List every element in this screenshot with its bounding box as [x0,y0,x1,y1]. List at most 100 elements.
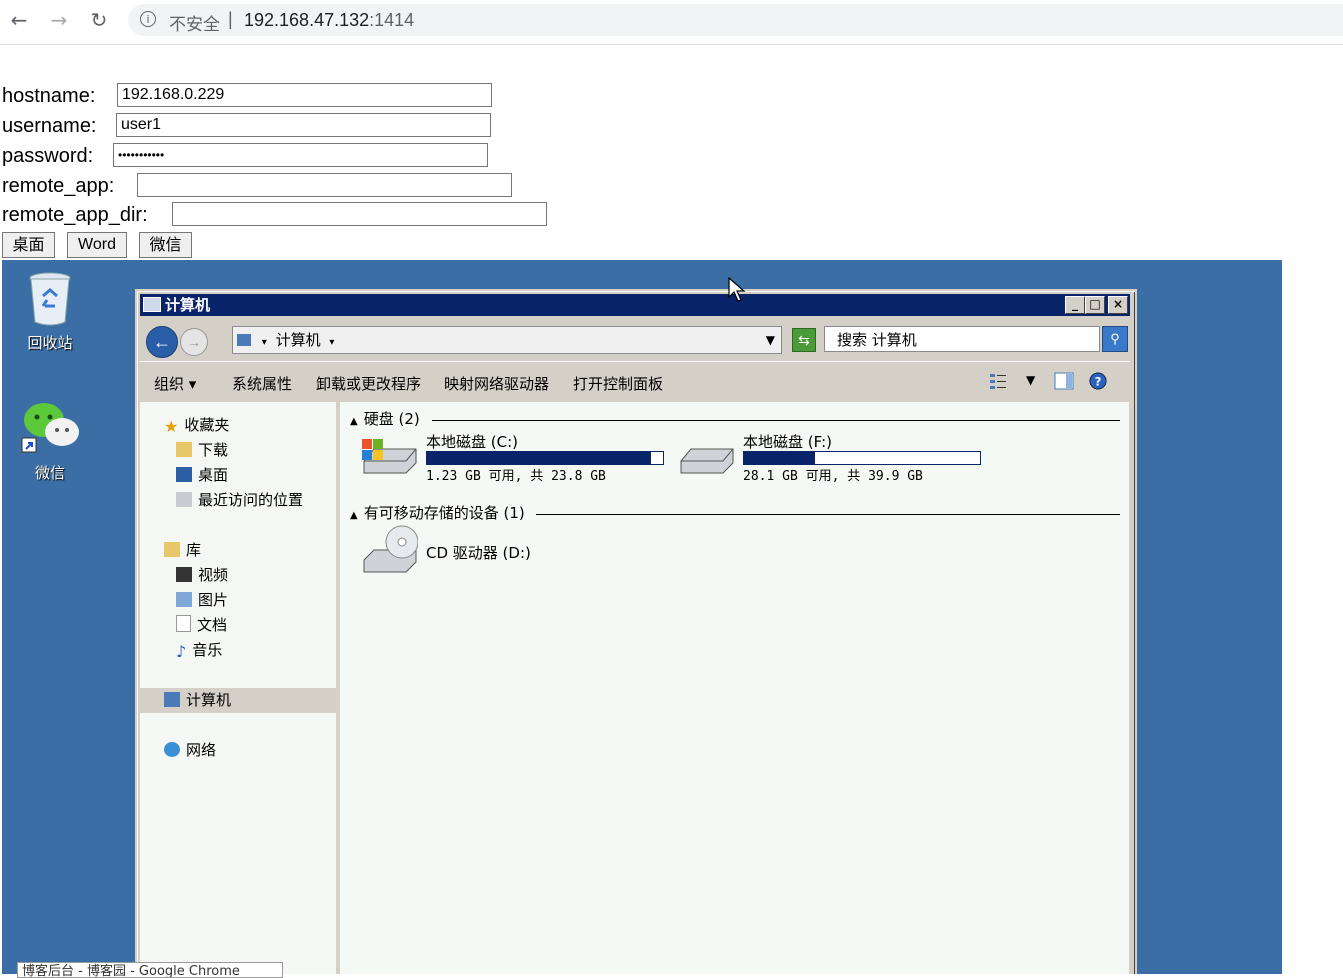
username-input[interactable] [116,113,491,137]
nav-network[interactable]: 网络 [164,739,216,761]
address-bar[interactable]: i 不安全 | 192.168.47.132:1414 [128,4,1343,36]
remote-app-label: remote_app: [2,175,115,197]
drive-f-usage-bar [743,451,981,465]
music-note-icon: ♪ [176,642,187,661]
refresh-button[interactable]: ⇆ [792,328,816,352]
nav-downloads[interactable]: 下载 [176,439,228,461]
username-label: username: [2,115,97,137]
explorer-window[interactable]: 计算机 _ □ × ← → ▾ 计算机 ▾ ▼ ⇆ 搜索 计算机 ⚲ 组织 ▾ … [135,289,1137,974]
group-divider [536,514,1120,515]
drive-c-name: 本地磁盘 (C:) [426,433,518,451]
breadcrumb-arrow-icon[interactable]: ▾ [262,337,267,348]
drive-c-usage-bar [426,451,664,465]
collapse-arrow-icon: ▲ [350,416,358,427]
nav-libraries[interactable]: 库 [164,539,201,561]
cd-drive-icon [363,525,418,573]
maximize-button[interactable]: □ [1085,296,1105,314]
remote-app-dir-input[interactable] [172,202,547,226]
address-toolbar: ← → ▾ 计算机 ▾ ▼ ⇆ 搜索 计算机 ⚲ [140,320,1130,358]
window-titlebar[interactable]: 计算机 _ □ × [140,294,1130,316]
collapse-arrow-icon: ▲ [350,510,358,521]
content-pane: ▲硬盘 (2) 本地磁盘 (C:) 1.23 GB 可用, 共 23.8 GB [340,402,1129,974]
nav-videos[interactable]: 视频 [176,564,228,586]
organize-menu[interactable]: 组织 ▾ [154,373,196,394]
view-dropdown-icon[interactable]: ▼ [1026,373,1035,387]
view-options-icon[interactable] [988,372,1008,390]
window-title: 计算机 [165,296,211,314]
computer-nav-icon [164,692,180,707]
remote-desktop[interactable]: 回收站 微信 计算机 _ □ × ← → ▾ 计算机 ▾ ▼ ⇆ 搜索 计算机 … [2,260,1282,974]
password-row: password: [2,143,488,169]
taskbar-tooltip: 博客后台 - 博客园 - Google Chrome [17,962,283,978]
desktop-button[interactable]: 桌面 [2,232,55,258]
uninstall-button[interactable]: 卸载或更改程序 [316,373,421,394]
star-icon: ★ [164,417,179,436]
hostname-label: hostname: [2,85,96,107]
drive-f-info: 28.1 GB 可用, 共 39.9 GB [743,469,923,484]
hostname-input[interactable] [117,83,492,107]
pictures-icon [176,592,192,607]
nav-documents[interactable]: 文档 [176,614,227,636]
wechat-button[interactable]: 微信 [139,232,192,258]
search-icon[interactable]: ⚲ [1102,326,1128,352]
downloads-folder-icon [176,442,192,457]
desktop-icon-wechat[interactable]: 微信 [10,400,90,483]
explorer-address-box[interactable]: ▾ 计算机 ▾ ▼ [232,326,782,354]
address-text: 计算机 [275,331,321,349]
cd-drive-name: CD 驱动器 (D:) [426,544,531,562]
remote-app-input[interactable] [137,173,512,197]
url-text: 192.168.47.132:1414 [244,10,415,30]
breadcrumb-chevron-icon[interactable]: ▾ [329,337,334,348]
back-arrow-icon[interactable]: ← [7,8,31,32]
nav-favorites[interactable]: ★ 收藏夹 [164,414,229,436]
desktop-icon-recycle-bin[interactable]: 回收站 [10,270,90,353]
remote-app-dir-row: remote_app_dir: [2,202,547,228]
forward-arrow-icon[interactable]: → [47,8,71,32]
wechat-desktop-label: 微信 [34,464,65,482]
computer-small-icon [237,334,251,346]
drive-f[interactable]: 本地磁盘 (F:) 28.1 GB 可用, 共 39.9 GB [677,431,987,487]
address-dropdown-icon[interactable]: ▼ [766,327,775,353]
desktop-folder-icon [176,467,192,482]
drive-d-cd[interactable]: CD 驱动器 (D:) [360,524,560,584]
library-folder-icon [164,542,180,557]
mouse-cursor-icon [728,277,746,302]
drive-c-info: 1.23 GB 可用, 共 23.8 GB [426,469,606,484]
recycle-bin-label: 回收站 [27,334,73,352]
document-icon [176,615,191,632]
minimize-button[interactable]: _ [1065,296,1085,314]
windows-drive-icon [362,439,417,474]
preview-pane-icon[interactable] [1054,372,1074,390]
word-button[interactable]: Word [67,232,127,258]
nav-music[interactable]: ♪ 音乐 [176,639,222,661]
nav-computer[interactable]: 计算机 [164,689,231,711]
control-panel-button[interactable]: 打开控制面板 [573,373,663,394]
hostname-row: hostname: [2,83,492,109]
nav-recent[interactable]: 最近访问的位置 [176,489,303,511]
nav-desktop[interactable]: 桌面 [176,464,228,486]
explorer-search-input[interactable]: 搜索 计算机 [824,326,1100,352]
help-icon[interactable]: ? [1088,372,1108,390]
nav-pictures[interactable]: 图片 [176,589,228,611]
svg-text:?: ? [1095,375,1102,389]
info-icon[interactable]: i [140,11,156,27]
security-label: 不安全 [169,15,220,35]
reload-icon[interactable]: ↻ [87,8,111,32]
password-input[interactable] [113,143,488,167]
system-properties-button[interactable]: 系统属性 [232,373,292,394]
back-button[interactable]: ← [146,326,178,358]
close-button[interactable]: × [1108,296,1128,314]
forward-button[interactable]: → [180,328,208,356]
drive-c[interactable]: 本地磁盘 (C:) 1.23 GB 可用, 共 23.8 GB [360,431,670,487]
browser-toolbar: ← → ↻ i 不安全 | 192.168.47.132:1414 [0,0,1343,45]
username-row: username: [2,113,491,139]
hard-disks-group-header[interactable]: ▲ 硬盘 (2) [350,409,420,429]
map-drive-button[interactable]: 映射网络驱动器 [444,373,549,394]
removable-group-header[interactable]: ▲ 有可移动存储的设备 (1) [350,503,525,523]
remote-app-dir-label: remote_app_dir: [2,204,148,226]
separator: | [228,9,233,29]
command-bar: 组织 ▾ 系统属性 卸载或更改程序 映射网络驱动器 打开控制面板 ▼ ? [140,361,1130,402]
network-icon [164,742,180,757]
video-icon [176,567,192,582]
group-divider [432,420,1120,421]
